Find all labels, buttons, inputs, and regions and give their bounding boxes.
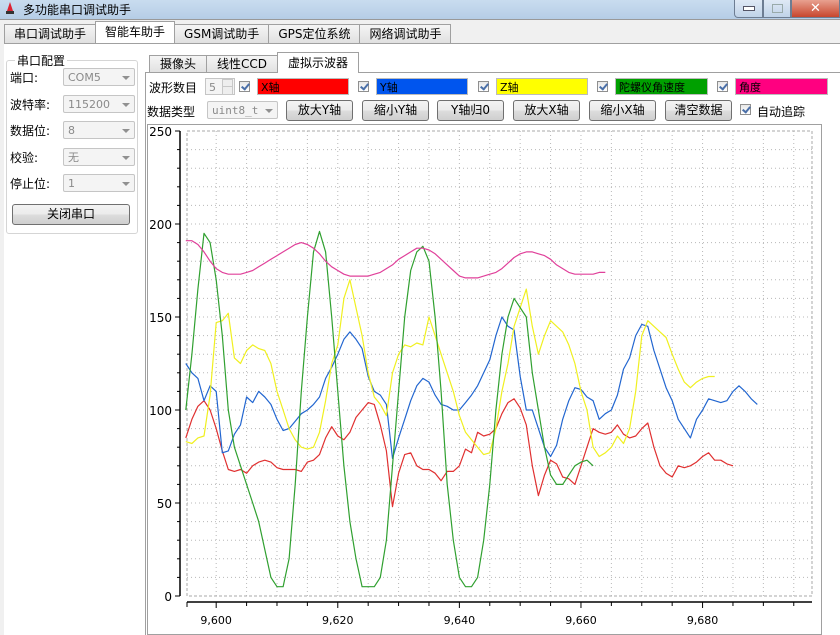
channel-z-checkbox[interactable] [478, 81, 489, 92]
channel-angle-checkbox[interactable] [717, 81, 728, 92]
channel-gyro-swatch[interactable]: 陀螺仪角速度 [615, 78, 708, 95]
data-type-select[interactable]: uint8_t [207, 101, 278, 119]
chevron-down-icon [122, 156, 130, 160]
parity-select[interactable]: 无 [63, 148, 135, 166]
chevron-down-icon [265, 109, 273, 113]
tab-label: GPS定位系统 [278, 27, 351, 41]
oscilloscope-chart-frame [147, 124, 822, 635]
channel-angle-swatch[interactable]: 角度 [735, 78, 828, 95]
tab-virtual-oscilloscope[interactable]: 虚拟示波器 [277, 52, 360, 73]
channel-y-checkbox[interactable] [358, 81, 369, 92]
data-type-label: 数据类型 [147, 105, 196, 119]
databits-label: 数据位: [10, 124, 51, 138]
waveform-count-value: 5 [209, 81, 216, 94]
baud-label: 波特率: [10, 98, 51, 112]
zoom-in-x-button[interactable]: 放大X轴 [513, 100, 580, 121]
close-icon: ✕ [810, 1, 821, 16]
zoom-in-y-button[interactable]: 放大Y轴 [286, 100, 353, 121]
close-port-button[interactable]: 关闭串口 [12, 204, 130, 225]
tab-smart-car[interactable]: 智能车助手 [95, 21, 176, 43]
tab-network[interactable]: 网络调试助手 [359, 24, 452, 43]
tab-serial-debug[interactable]: 串口调试助手 [4, 24, 97, 43]
parity-value: 无 [68, 151, 79, 164]
tab-label: 智能车助手 [105, 25, 166, 39]
spin-down-icon[interactable] [222, 86, 233, 95]
stopbits-value: 1 [68, 177, 75, 190]
channel-z-label: Z轴 [500, 81, 519, 94]
stopbits-label: 停止位: [10, 177, 51, 191]
chevron-down-icon [122, 76, 130, 80]
app-icon [6, 2, 14, 14]
data-type-value: uint8_t [212, 104, 259, 117]
baud-value: 115200 [68, 98, 110, 111]
channel-y-swatch[interactable]: Y轴 [376, 78, 468, 95]
tab-linear-ccd[interactable]: 线性CCD [206, 55, 279, 73]
channel-gyro-checkbox[interactable] [597, 81, 608, 92]
tab-camera[interactable]: 摄像头 [149, 55, 208, 73]
port-value: COM5 [68, 71, 101, 84]
tab-label: GSM调试助手 [184, 27, 260, 41]
parity-label: 校验: [10, 151, 39, 165]
group-title: 串口配置 [15, 52, 68, 69]
chevron-down-icon [122, 103, 130, 107]
tab-label: 串口调试助手 [14, 27, 87, 41]
inner-tabs: 摄像头 线性CCD 虚拟示波器 [149, 52, 360, 73]
window-title: 多功能串口调试助手 [23, 3, 132, 17]
channel-x-checkbox[interactable] [239, 81, 250, 92]
port-select[interactable]: COM5 [63, 68, 135, 86]
clear-data-button[interactable]: 清空数据 [665, 100, 732, 121]
zoom-out-y-button[interactable]: 缩小Y轴 [362, 100, 429, 121]
maximize-icon [771, 4, 783, 13]
chevron-down-icon [122, 129, 130, 133]
tab-label: 虚拟示波器 [288, 56, 349, 70]
title-bar: 多功能串口调试助手 ✕ [0, 0, 840, 19]
channel-angle-label: 角度 [739, 81, 761, 94]
close-button[interactable]: ✕ [791, 0, 840, 18]
maximize-button[interactable] [763, 0, 791, 18]
waveform-count-label: 波形数目 [149, 81, 198, 95]
tab-label: 网络调试助手 [369, 27, 442, 41]
port-label: 端口: [10, 71, 39, 85]
tab-label: 摄像头 [160, 57, 197, 71]
auto-track-checkbox[interactable] [740, 104, 751, 115]
tab-gsm[interactable]: GSM调试助手 [174, 24, 270, 43]
serial-config-group: 串口配置 端口: COM5 波特率: 115200 数据位: 8 校验: 无 停… [6, 52, 138, 234]
stopbits-select[interactable]: 1 [63, 174, 135, 192]
zoom-out-x-button[interactable]: 缩小X轴 [589, 100, 656, 121]
tab-gps[interactable]: GPS定位系统 [268, 24, 361, 43]
baud-select[interactable]: 115200 [63, 95, 135, 113]
minimize-icon [742, 6, 755, 11]
channel-z-swatch[interactable]: Z轴 [496, 78, 588, 95]
channel-x-swatch[interactable]: X轴 [257, 78, 349, 95]
auto-track-label: 自动追踪 [757, 105, 806, 119]
minimize-button[interactable] [734, 0, 763, 18]
channel-y-label: Y轴 [380, 81, 398, 94]
main-tabs: 串口调试助手 智能车助手 GSM调试助手 GPS定位系统 网络调试助手 [4, 21, 452, 44]
chevron-down-icon [122, 182, 130, 186]
waveform-count-spinner[interactable]: 5 [205, 78, 235, 95]
tab-label: 线性CCD [217, 57, 268, 71]
reset-y-button[interactable]: Y轴归0 [437, 100, 504, 121]
databits-select[interactable]: 8 [63, 121, 135, 139]
databits-value: 8 [68, 124, 75, 137]
channel-x-label: X轴 [261, 81, 280, 94]
channel-gyro-label: 陀螺仪角速度 [619, 81, 685, 94]
